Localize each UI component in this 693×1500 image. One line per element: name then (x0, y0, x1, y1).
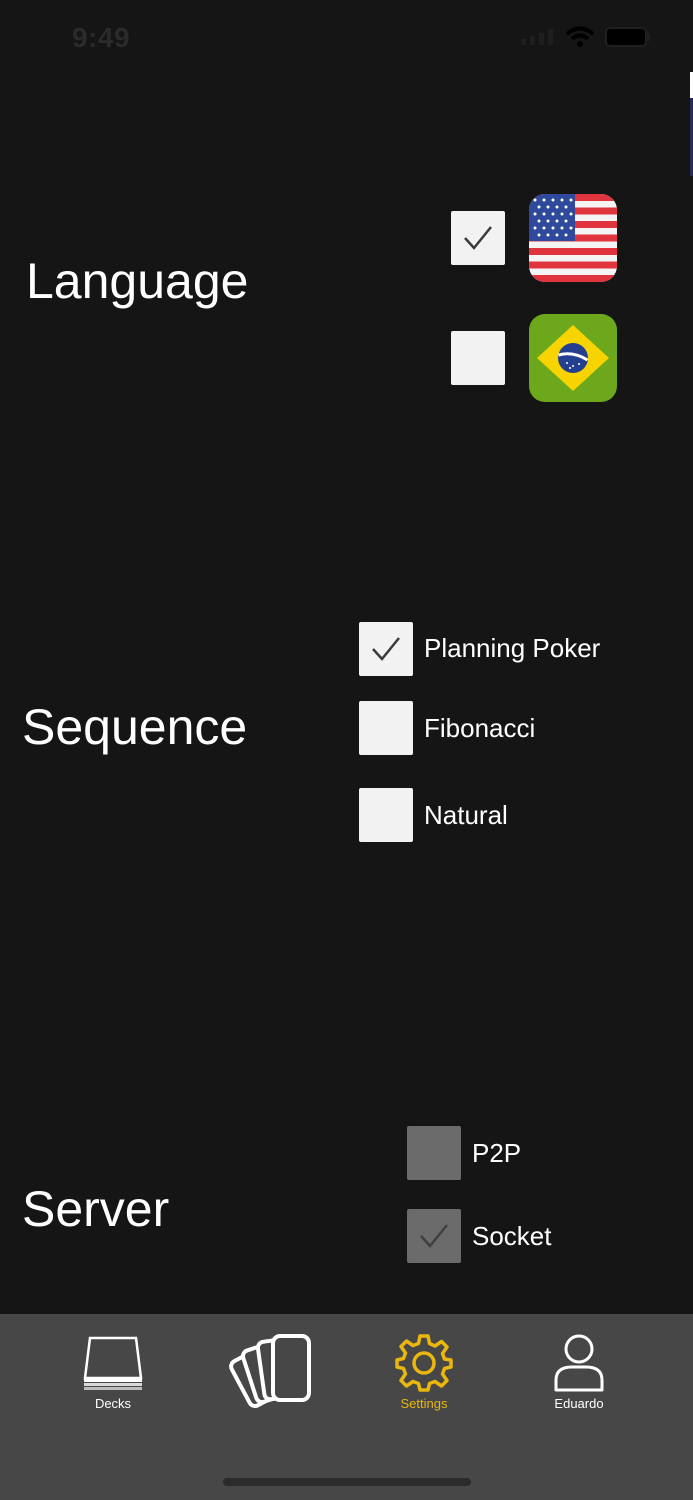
sequence-option-label: Natural (424, 800, 508, 830)
status-icons (521, 26, 651, 48)
tab-profile[interactable]: Eduardo (519, 1332, 639, 1422)
battery-icon (605, 27, 650, 47)
cards-icon (229, 1334, 311, 1409)
language-checkbox-us[interactable] (451, 211, 505, 265)
sequence-option-label: Fibonacci (424, 713, 536, 743)
sequence-checkbox-planning-poker[interactable] (359, 622, 413, 676)
status-bar: 9:49 (0, 0, 693, 80)
language-checkbox-br[interactable] (451, 331, 505, 385)
tab-decks[interactable]: Decks (53, 1332, 173, 1422)
server-checkbox-socket[interactable] (407, 1209, 461, 1263)
deck-icon (83, 1336, 143, 1390)
server-checkbox-p2p[interactable] (407, 1126, 461, 1180)
sequence-option-label: Planning Poker (424, 633, 601, 663)
server-option-label: P2P (472, 1138, 522, 1168)
checkmark-icon (372, 637, 400, 661)
wifi-icon (565, 26, 595, 47)
tab-bar: Decks Settings Eduardo (0, 1314, 693, 1500)
signal-icon (521, 29, 553, 45)
user-icon (554, 1334, 604, 1392)
server-title: Server (22, 1181, 170, 1237)
sequence-checkbox-natural[interactable] (359, 788, 413, 842)
language-title: Language (26, 253, 249, 309)
home-indicator (223, 1478, 471, 1486)
tab-cards[interactable] (207, 1332, 327, 1422)
us-flag-icon[interactable] (529, 194, 617, 282)
sequence-checkbox-fibonacci[interactable] (359, 701, 413, 755)
checkmark-icon (464, 226, 492, 250)
checkmark-icon (420, 1224, 448, 1248)
server-option-label: Socket (472, 1221, 552, 1251)
gear-icon (395, 1334, 453, 1392)
tab-label: Eduardo (554, 1396, 604, 1411)
brazil-flag-icon[interactable] (529, 314, 617, 402)
tab-settings[interactable]: Settings (364, 1332, 484, 1422)
tab-label: Decks (94, 1396, 132, 1411)
sequence-title: Sequence (22, 699, 248, 755)
tab-label: Settings (400, 1396, 448, 1411)
status-time: 9:49 (72, 22, 131, 53)
